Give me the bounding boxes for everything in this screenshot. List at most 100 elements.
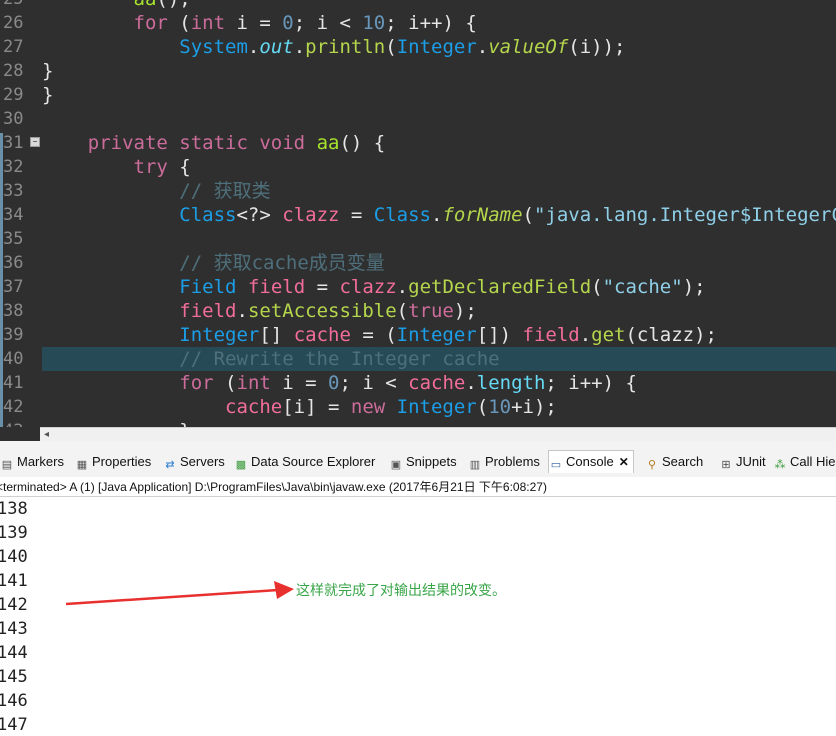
- tab-label: Snippets: [406, 454, 457, 469]
- method-name: aa: [305, 132, 340, 154]
- comment: // 获取cache成员变量: [179, 252, 385, 274]
- line-number: 36: [3, 253, 24, 273]
- line-number: 42: [3, 397, 24, 417]
- console-line: 140: [0, 547, 28, 567]
- code-text: (: [385, 36, 397, 58]
- code-text: [i] =: [282, 396, 351, 418]
- variable: cache: [408, 372, 466, 394]
- variable: field: [247, 276, 306, 298]
- tab-problems[interactable]: ▥ Problems: [468, 451, 540, 473]
- tab-markers[interactable]: ▤ Markers: [0, 451, 64, 473]
- console-line: 143: [0, 619, 28, 639]
- code-text: i =: [270, 372, 329, 394]
- tab-snippets[interactable]: ▣ Snippets: [389, 451, 457, 473]
- console-line: 144: [0, 643, 28, 663]
- console-line: 145: [0, 667, 28, 687]
- number: 10: [488, 396, 512, 418]
- console-line: 138: [0, 499, 28, 519]
- static-field: out: [259, 36, 294, 58]
- number: 0: [282, 12, 294, 34]
- tab-data-source-explorer[interactable]: ▩ Data Source Explorer: [234, 451, 375, 473]
- search-icon: ⚲: [647, 459, 657, 471]
- line-number: 25: [3, 0, 35, 11]
- code-line: Field field = clazz.getDeclaredField("ca…: [42, 275, 836, 299]
- code-text: =: [339, 204, 374, 226]
- snippets-icon: ▣: [390, 459, 402, 471]
- console-line: 139: [0, 523, 28, 543]
- static-method: valueOf: [488, 36, 569, 58]
- number: 10: [362, 12, 386, 34]
- code-line: private static void aa() {: [42, 131, 836, 155]
- console-icon: ▭: [550, 459, 562, 471]
- tab-servers[interactable]: ⇄ Servers: [163, 451, 224, 473]
- code-text: ; i <: [293, 12, 363, 34]
- markers-icon: ▤: [1, 459, 13, 471]
- line-number-gutter: 25 26 27 28 29 30 31 32 33 34 35 36 37 3…: [0, 0, 40, 427]
- method-name: aa: [134, 0, 157, 10]
- console-line: 147: [0, 715, 28, 735]
- annotation-note: 这样就完成了对输出结果的改变。: [296, 583, 506, 599]
- type: Integer: [396, 324, 477, 346]
- line-number: 35: [3, 229, 24, 249]
- code-editor[interactable]: 25 26 27 28 29 30 31 32 33 34 35 36 37 3…: [0, 0, 836, 427]
- method: setAccessible: [247, 300, 397, 322]
- properties-icon: ▦: [76, 459, 88, 471]
- field: length: [476, 372, 546, 394]
- console-line: 142: [0, 595, 28, 615]
- type: Class: [179, 204, 237, 226]
- scroll-left-icon[interactable]: ◂: [44, 428, 49, 442]
- code-line: field.setAccessible(true);: [42, 299, 836, 323]
- code-text: (: [396, 300, 409, 322]
- console-line: 146: [0, 691, 28, 711]
- type: Integer: [396, 396, 477, 418]
- variable: cache: [293, 324, 351, 346]
- code-text: .: [247, 36, 260, 58]
- code-text: (: [213, 372, 237, 394]
- code-line: }: [42, 419, 836, 427]
- keyword: private: [87, 132, 168, 154]
- code-text: (i));: [568, 36, 626, 58]
- code-text: []: [259, 324, 294, 346]
- method: get: [591, 324, 626, 346]
- tab-junit[interactable]: ⊞ JUnit: [719, 451, 765, 473]
- data-source-icon: ▩: [235, 459, 247, 471]
- view-tab-bar: ▤ Markers ▦ Properties ⇄ Servers ▩ Data Sour…: [0, 441, 836, 478]
- code-text: .: [236, 300, 248, 322]
- type: Class: [373, 204, 431, 226]
- tab-console[interactable]: ▭ Console ✕: [548, 450, 634, 473]
- current-line-highlight: // Rewrite the Integer cache: [42, 347, 836, 371]
- code-line: Integer[] cache = (Integer[]) field.get(…: [42, 323, 836, 347]
- tab-call-hierarchy[interactable]: ⁂ Call Hie: [773, 451, 836, 473]
- line-number: 38: [3, 301, 24, 321]
- code-text: );: [453, 300, 477, 322]
- code-text: (: [591, 276, 603, 298]
- type: Field: [179, 276, 237, 298]
- tab-properties[interactable]: ▦ Properties: [75, 451, 151, 473]
- console-output[interactable]: 138 139 140 141 142 143 144 145 146 147: [0, 497, 836, 736]
- tab-label: Search: [662, 454, 704, 469]
- tab-label: Problems: [485, 454, 540, 469]
- console-status-line: <terminated> A (1) [Java Application] D:…: [0, 477, 836, 497]
- fold-collapse-icon[interactable]: −: [30, 137, 40, 147]
- code-text: ; i++) {: [385, 12, 477, 34]
- arrow-shaft: [65, 588, 279, 606]
- horizontal-scrollbar[interactable]: ◂: [40, 427, 836, 442]
- line-number: 32: [3, 157, 24, 177]
- code-text: ; i <: [339, 372, 409, 394]
- close-icon[interactable]: ✕: [619, 451, 629, 473]
- line-number: 28: [3, 61, 24, 81]
- variable: field: [522, 324, 580, 346]
- code-line: Class<?> clazz = Class.forName("java.lan…: [42, 203, 836, 227]
- code-text: ();: [156, 0, 190, 10]
- code-line: cache[i] = new Integer(10+i);: [42, 395, 836, 419]
- code-line: // 获取类: [42, 179, 836, 203]
- line-number: 27: [3, 37, 24, 57]
- comment: // Rewrite the Integer cache: [179, 348, 500, 370]
- tab-label: Markers: [17, 454, 64, 469]
- tab-search[interactable]: ⚲ Search: [645, 451, 703, 473]
- code-text: (: [167, 12, 191, 34]
- code-text: =: [305, 276, 340, 298]
- variable: cache: [225, 396, 283, 418]
